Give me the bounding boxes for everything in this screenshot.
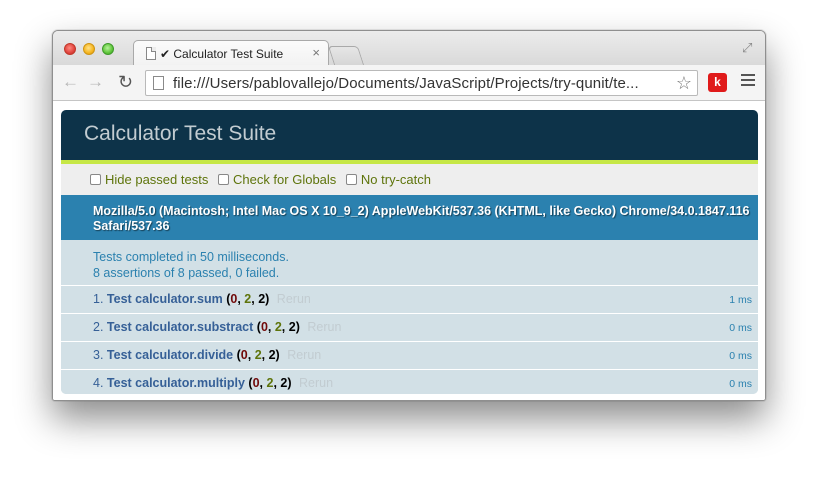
rerun-link[interactable]: Rerun	[307, 320, 341, 334]
test-runtime: 0 ms	[729, 322, 752, 334]
check-globals-checkbox[interactable]	[217, 174, 229, 185]
check-globals-option[interactable]: Check for Globals	[217, 172, 340, 187]
page-title[interactable]: Calculator Test Suite	[61, 110, 758, 164]
minimize-window-button[interactable]	[83, 43, 95, 55]
hide-passed-option[interactable]: Hide passed tests	[90, 172, 212, 187]
title-bar: ✔ Calculator Test Suite × ⤢	[53, 31, 765, 66]
total-count: 2	[258, 292, 266, 306]
tab-close-icon[interactable]: ×	[312, 45, 320, 60]
test-number: 1.	[93, 292, 104, 306]
test-list: 1. Test calculator.sum (0, 2, 2) Rerun 1…	[61, 286, 758, 394]
total-count: 2	[268, 348, 276, 362]
rerun-link[interactable]: Rerun	[287, 348, 321, 362]
total-count: 2	[288, 320, 296, 334]
passed-count: 2	[266, 376, 274, 390]
test-row[interactable]: 2. Test calculator.substract (0, 2, 2) R…	[61, 314, 758, 342]
address-bar[interactable]: file:///Users/pablovallejo/Documents/Jav…	[145, 70, 698, 96]
extension-icon[interactable]: k	[708, 73, 727, 92]
page-icon	[153, 76, 164, 90]
test-counts: (0, 2, 2)	[226, 292, 270, 306]
test-counts: (0, 2, 2)	[248, 376, 292, 390]
failed-count: 0	[240, 348, 248, 362]
result-assertions: 8 assertions of 8 passed, 0 failed.	[93, 266, 280, 280]
tab-calculator-test-suite[interactable]: ✔ Calculator Test Suite ×	[133, 40, 329, 66]
check-globals-label[interactable]: Check for Globals	[233, 172, 336, 187]
passed-count: 2	[274, 320, 282, 334]
no-try-catch-checkbox[interactable]	[345, 174, 357, 185]
failed-count: 0	[230, 292, 238, 306]
no-try-catch-label[interactable]: No try-catch	[361, 172, 431, 187]
fullscreen-icon[interactable]: ⤢	[742, 41, 755, 54]
tab-title: ✔ Calculator Test Suite	[160, 47, 284, 61]
test-row[interactable]: 3. Test calculator.divide (0, 2, 2) Reru…	[61, 342, 758, 370]
test-name[interactable]: Test calculator.substract	[107, 320, 253, 334]
hide-passed-checkbox[interactable]	[90, 174, 101, 185]
back-arrow-icon[interactable]: ←	[62, 73, 79, 91]
test-name[interactable]: Test calculator.sum	[107, 292, 223, 306]
total-count: 2	[280, 376, 288, 390]
result-duration: Tests completed in 50 milliseconds.	[93, 250, 289, 264]
menu-icon[interactable]	[741, 74, 755, 89]
new-tab-button[interactable]	[327, 46, 365, 65]
bookmark-star-icon[interactable]: ☆	[676, 73, 692, 94]
hide-passed-label[interactable]: Hide passed tests	[105, 172, 208, 187]
address-url[interactable]: file:///Users/pablovallejo/Documents/Jav…	[173, 75, 667, 92]
test-runtime: 1 ms	[729, 294, 752, 306]
failed-count: 0	[252, 376, 260, 390]
test-row[interactable]: 4. Test calculator.multiply (0, 2, 2) Re…	[61, 370, 758, 394]
qunit-header-text[interactable]: Calculator Test Suite	[84, 122, 276, 145]
user-agent-banner: Mozilla/5.0 (Macintosh; Intel Mac OS X 1…	[61, 195, 758, 240]
test-number: 2.	[93, 320, 104, 334]
browser-window: ✔ Calculator Test Suite × ⤢ ← → ↻ file:/…	[52, 30, 766, 401]
document-icon	[146, 47, 156, 60]
test-name[interactable]: Test calculator.divide	[107, 348, 233, 362]
test-name[interactable]: Test calculator.multiply	[107, 376, 245, 390]
browser-toolbar: ← → ↻ file:///Users/pablovallejo/Documen…	[53, 65, 765, 101]
test-runtime: 0 ms	[729, 378, 752, 390]
rerun-link[interactable]: Rerun	[277, 292, 311, 306]
qunit-panel: Calculator Test Suite Hide passed tests …	[61, 110, 758, 394]
test-number: 4.	[93, 376, 104, 390]
page-content: Calculator Test Suite Hide passed tests …	[53, 102, 765, 400]
test-number: 3.	[93, 348, 104, 362]
test-counts: (0, 2, 2)	[236, 348, 280, 362]
test-row[interactable]: 1. Test calculator.sum (0, 2, 2) Rerun 1…	[61, 286, 758, 314]
test-result-summary: Tests completed in 50 milliseconds. 8 as…	[61, 240, 758, 286]
forward-arrow-icon[interactable]: →	[87, 73, 104, 91]
no-try-catch-option[interactable]: No try-catch	[345, 172, 431, 187]
failed-count: 0	[260, 320, 268, 334]
rerun-link[interactable]: Rerun	[299, 376, 333, 390]
close-window-button[interactable]	[64, 43, 76, 55]
passed-count: 2	[244, 292, 252, 306]
test-runtime: 0 ms	[729, 350, 752, 362]
reload-icon[interactable]: ↻	[118, 73, 133, 91]
passed-count: 2	[254, 348, 262, 362]
qunit-toolbar: Hide passed tests Check for Globals No t…	[61, 164, 758, 195]
test-counts: (0, 2, 2)	[256, 320, 300, 334]
maximize-window-button[interactable]	[102, 43, 114, 55]
